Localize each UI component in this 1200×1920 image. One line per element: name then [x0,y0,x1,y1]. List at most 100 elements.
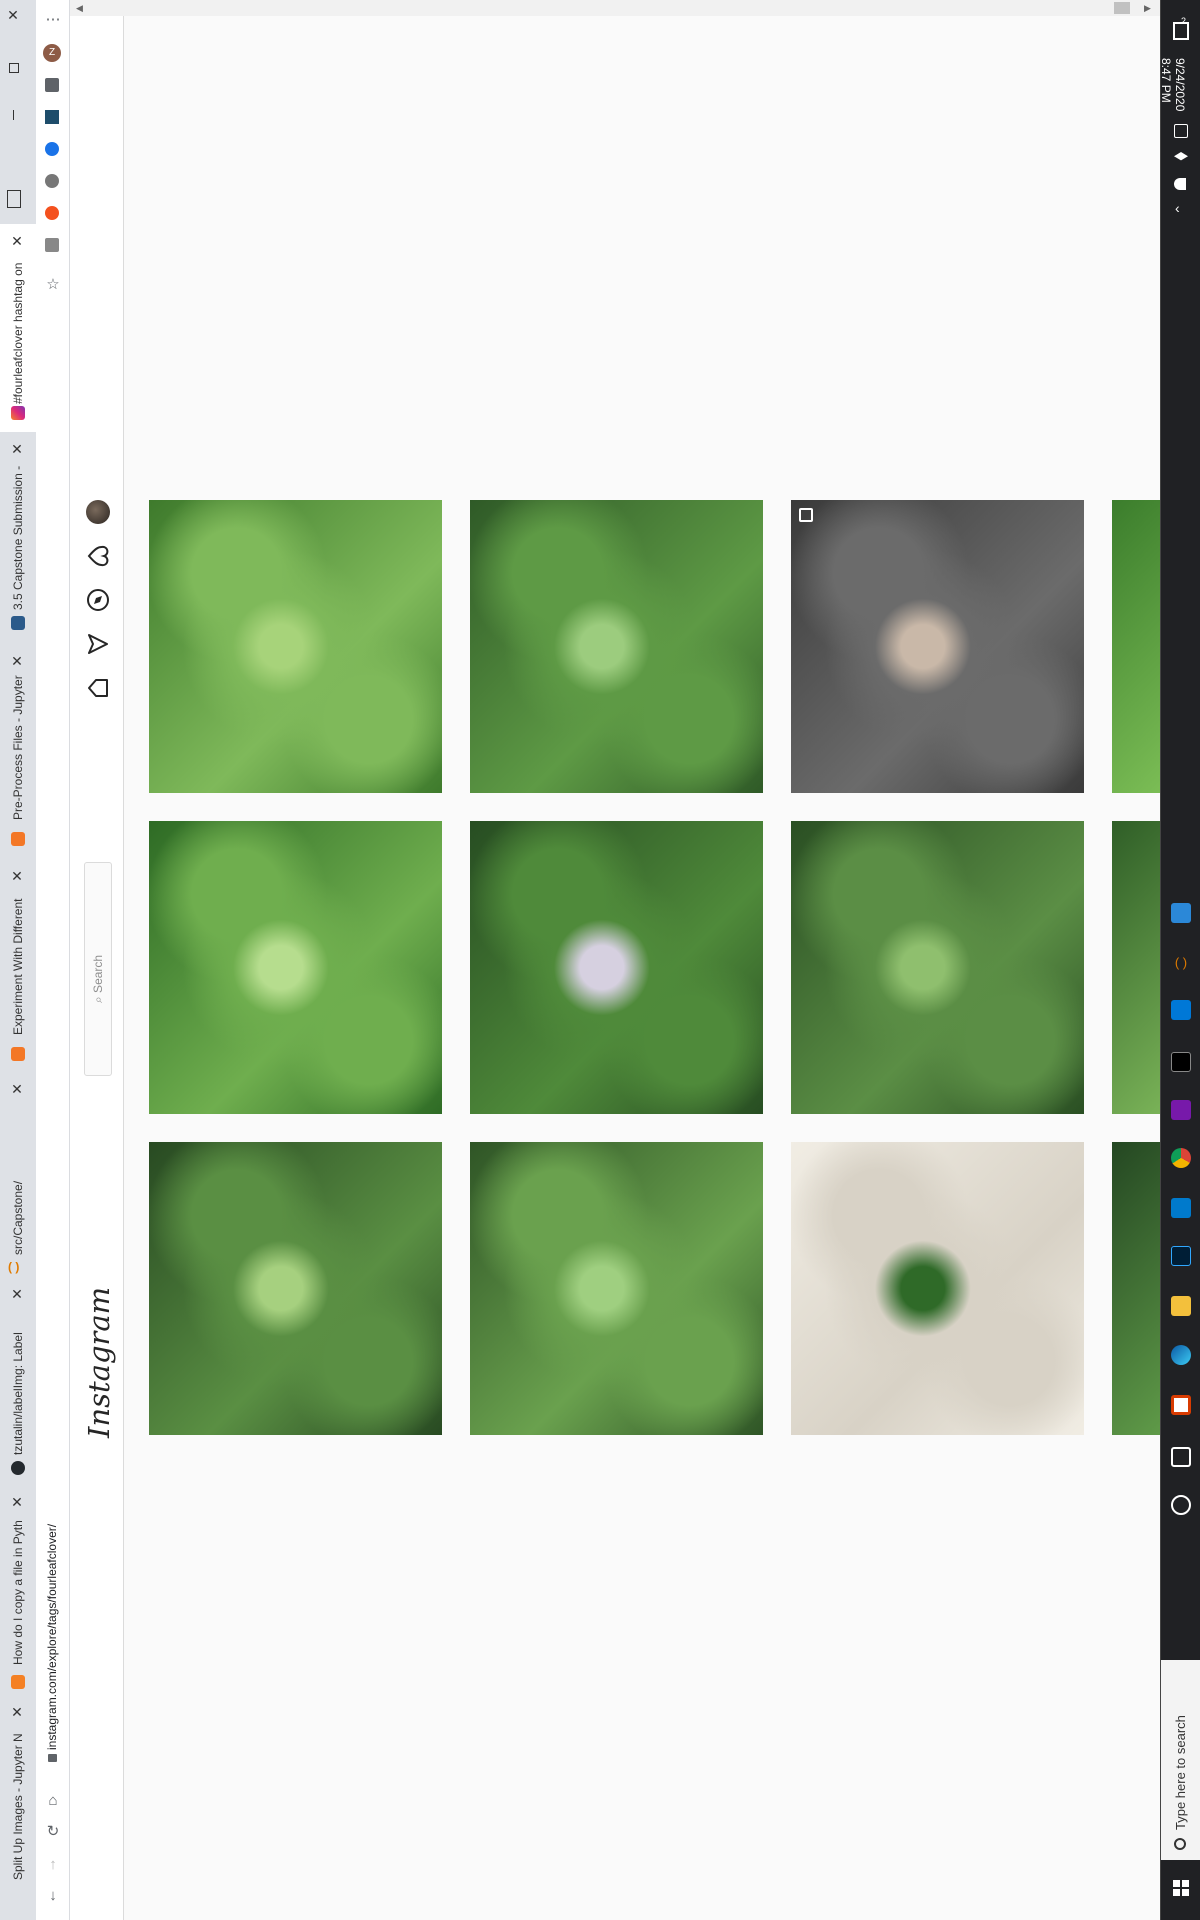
search-icon [1174,1838,1186,1850]
tab-src-capstone[interactable]: ✕ src/Capstone/ ( ) [0,1080,36,1290]
address-bar[interactable]: instagram.com/explore/tags/fourleafclove… [45,1524,59,1750]
tab-search-icon[interactable] [7,190,21,208]
tab-title: src/Capstone/ [11,1180,25,1255]
home-icon[interactable]: ⌂ [45,1793,61,1809]
multiple-posts-icon [799,508,813,522]
tab-instagram[interactable]: ✕ #fourleafclover hashtag on [0,224,36,432]
tab-close-icon[interactable]: ✕ [10,869,24,883]
calculator-icon[interactable] [1171,903,1191,923]
post-thumbnail[interactable] [149,500,442,793]
chrome-icon[interactable] [1171,1148,1191,1168]
tab-capstone[interactable]: ✕ 3.5 Capstone Submission - [0,440,36,656]
forward-icon[interactable]: ↑ [45,1857,61,1873]
extension-blue-icon[interactable] [45,142,59,156]
jupyter-favicon [11,1047,25,1061]
compass-icon[interactable] [86,588,110,612]
tab-experiment[interactable]: ✕ Experiment With Different [0,865,36,1080]
instagram-logo[interactable]: Instagram [82,1287,116,1438]
office-icon[interactable] [1171,1395,1191,1415]
window-restore-icon[interactable] [9,63,19,73]
direct-icon[interactable] [86,632,110,656]
tab-title: 3.5 Capstone Submission - [11,465,25,610]
post-thumbnail[interactable] [149,1142,442,1435]
profile-initial: Z [48,47,56,58]
brackets-favicon: ( ) [8,1260,20,1274]
language-icon[interactable] [1174,124,1188,138]
windows-taskbar: 2 9/24/2020 8:47 PM ‹ ( ) Type here to s… [1159,0,1200,1920]
window-close-icon[interactable]: ✕ [6,8,20,22]
menu-icon[interactable]: ⋯ [45,12,61,28]
notification-icon[interactable]: 2 [1173,16,1189,40]
tab-close-icon[interactable]: ✕ [10,234,24,248]
vscode-icon[interactable] [1171,1198,1191,1218]
post-thumbnail[interactable] [470,500,763,793]
search-placeholder: Search [91,954,105,993]
tab-strip: ✕ ✕ #fourleafclover hashtag on ✕ 3.5 Cap… [0,0,36,1920]
post-thumbnail-partial[interactable] [1112,500,1160,793]
instagram-favicon [11,406,25,420]
tab-preprocess[interactable]: ✕ Pre-Process Files - Jupyter [0,650,36,865]
notification-count: 2 [1181,16,1187,26]
search-icon: ⌕ [91,992,105,1003]
volume-icon[interactable] [1174,178,1186,190]
tab-title: Experiment With Different [11,898,25,1036]
stackoverflow-favicon [11,1675,25,1689]
start-icon[interactable] [1173,1880,1189,1896]
post-thumbnail[interactable] [470,821,763,1114]
tab-close-icon[interactable]: ✕ [10,442,24,456]
post-thumbnail[interactable] [791,500,1084,793]
search-input[interactable]: ⌕ Search [84,862,112,1076]
star-icon[interactable]: ☆ [45,277,61,293]
clock-date: 9/24/2020 [1173,58,1187,112]
taskbar-search-box[interactable]: Type here to search [1161,1660,1200,1860]
brackets-icon[interactable]: ( ) [1171,953,1191,973]
onenote-icon[interactable] [1171,1100,1191,1120]
back-icon[interactable]: ↓ [45,1888,61,1904]
task-view-icon[interactable] [1171,1447,1191,1467]
hashtag-feed: ◀ [124,0,1160,1920]
dropbox-icon[interactable] [1174,152,1188,161]
scrollbar-right-arrow-icon[interactable]: ▶ [1144,3,1151,14]
extension-colab-icon[interactable] [45,110,59,124]
scrollbar-left-arrow-icon[interactable]: ◀ [76,3,83,14]
jupyter-favicon [11,832,25,846]
post-thumbnail-partial[interactable] [1112,821,1160,1114]
photoshop-icon[interactable] [1171,1246,1191,1266]
tab-split-images[interactable]: ✕ Split Up Images - Jupyter N [0,1705,36,1920]
tab-close-icon[interactable]: ✕ [10,1287,24,1301]
heart-icon[interactable] [86,544,110,568]
post-thumbnail[interactable] [791,821,1084,1114]
show-hidden-icons-icon[interactable]: ‹ [1175,200,1180,216]
post-thumbnail[interactable] [470,1142,763,1435]
extensions-icon[interactable] [45,78,59,92]
extension-g-icon[interactable] [45,238,59,252]
lock-icon [48,1754,57,1762]
tab-title: tzutalin/labelImg: Label [11,1332,25,1455]
window-minimize-icon[interactable] [13,110,14,120]
tab-close-icon[interactable]: ✕ [10,654,24,668]
home-icon[interactable] [86,676,110,700]
file-explorer-icon[interactable] [1171,1296,1191,1316]
tab-close-icon[interactable]: ✕ [10,1705,24,1719]
profile-avatar[interactable]: Z [43,44,61,62]
scrollbar-thumb[interactable] [1114,2,1130,14]
post-thumbnail[interactable] [791,1142,1084,1435]
tab-close-icon[interactable]: ✕ [10,1082,24,1096]
horizontal-scrollbar[interactable]: ◀ ▶ [70,0,1160,16]
instagram-nav: ⌕ Search Instagram [70,0,124,1920]
post-thumbnail-partial[interactable] [1112,1142,1160,1435]
edge-icon[interactable] [1171,1345,1191,1365]
extension-grey-icon[interactable] [45,174,59,188]
tab-close-icon[interactable]: ✕ [10,1495,24,1509]
post-thumbnail[interactable] [149,821,442,1114]
cortana-icon[interactable] [1171,1495,1191,1515]
capstone-favicon [11,616,25,630]
extension-orange-icon[interactable] [45,206,59,220]
tab-labelimg[interactable]: ✕ tzutalin/labelImg: Label [0,1285,36,1495]
reload-icon[interactable]: ↻ [45,1824,61,1840]
github-favicon [11,1461,25,1475]
tab-copy-file[interactable]: ✕ How do I copy a file in Pyth [0,1495,36,1710]
terminal-icon[interactable] [1171,1052,1191,1072]
profile-avatar[interactable] [86,500,110,524]
photos-icon[interactable] [1171,1000,1191,1020]
